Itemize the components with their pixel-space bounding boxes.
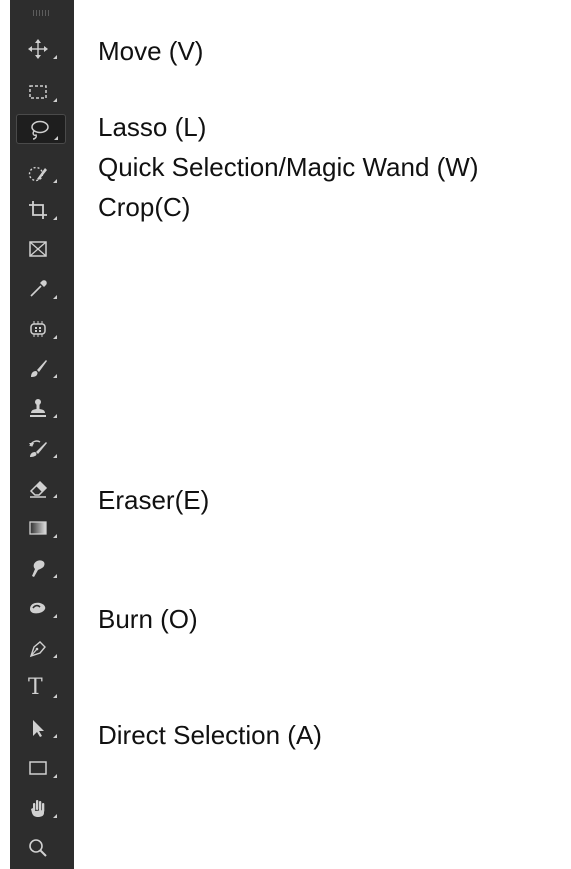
gradient-icon: [29, 521, 47, 535]
hand-icon: [31, 800, 45, 817]
tool-burn[interactable]: [16, 593, 66, 623]
tool-gradient[interactable]: [16, 513, 66, 543]
burn-icon: [30, 602, 46, 614]
clone-stamp-icon: [30, 399, 46, 417]
tool-direct-selection[interactable]: [16, 713, 66, 743]
crop-icon: [29, 201, 47, 219]
panel-grip[interactable]: [33, 10, 51, 16]
rectangle-shape-icon: [29, 761, 47, 775]
spot-healing-icon: [30, 321, 46, 337]
tool-hand[interactable]: [16, 793, 66, 823]
brush-icon: [31, 360, 47, 377]
rectangular-marquee-icon: [29, 85, 47, 99]
tool-lasso[interactable]: [16, 114, 66, 144]
label-lasso: Lasso (L): [98, 112, 207, 142]
direct-selection-icon: [33, 720, 44, 737]
label-quick-selection: Quick Selection/Magic Wand (W): [98, 152, 479, 182]
tool-eraser[interactable]: [16, 473, 66, 503]
tool-spot-healing[interactable]: [16, 314, 66, 344]
tool-zoom[interactable]: [16, 833, 66, 863]
quick-selection-icon: [28, 166, 47, 182]
tool-move[interactable]: [16, 34, 66, 64]
label-eraser: Eraser(E): [98, 485, 210, 515]
page: T Move (V) Lasso (L) Quick Selection/Mag…: [0, 0, 571, 869]
tool-history-brush[interactable]: [16, 433, 66, 463]
tool-crop[interactable]: [16, 195, 66, 225]
tool-pen[interactable]: [16, 633, 66, 663]
tool-eyedropper[interactable]: [16, 274, 66, 304]
pen-icon: [29, 641, 46, 658]
tool-brush[interactable]: [16, 353, 66, 383]
type-icon: T: [28, 675, 43, 700]
frame-icon: [29, 241, 47, 257]
label-move: Move (V): [98, 36, 204, 66]
zoom-icon: [29, 839, 47, 857]
tool-rectangular-marquee[interactable]: [16, 77, 66, 107]
label-burn: Burn (O): [98, 604, 198, 634]
tool-quick-selection[interactable]: [16, 158, 66, 188]
lasso-icon: [31, 120, 49, 140]
move-icon: [28, 39, 48, 59]
label-direct-selection: Direct Selection (A): [98, 720, 322, 750]
tool-frame[interactable]: [16, 234, 66, 264]
tools-panel: T: [10, 0, 74, 869]
tool-type[interactable]: T: [16, 673, 66, 703]
eraser-icon: [29, 480, 48, 498]
tool-clone-stamp[interactable]: [16, 393, 66, 423]
tool-rectangle-shape[interactable]: [16, 753, 66, 783]
blur-icon: [32, 560, 45, 577]
eyedropper-icon: [30, 280, 47, 297]
tool-blur[interactable]: [16, 553, 66, 583]
label-crop: Crop(C): [98, 192, 191, 222]
history-brush-icon: [29, 440, 47, 457]
